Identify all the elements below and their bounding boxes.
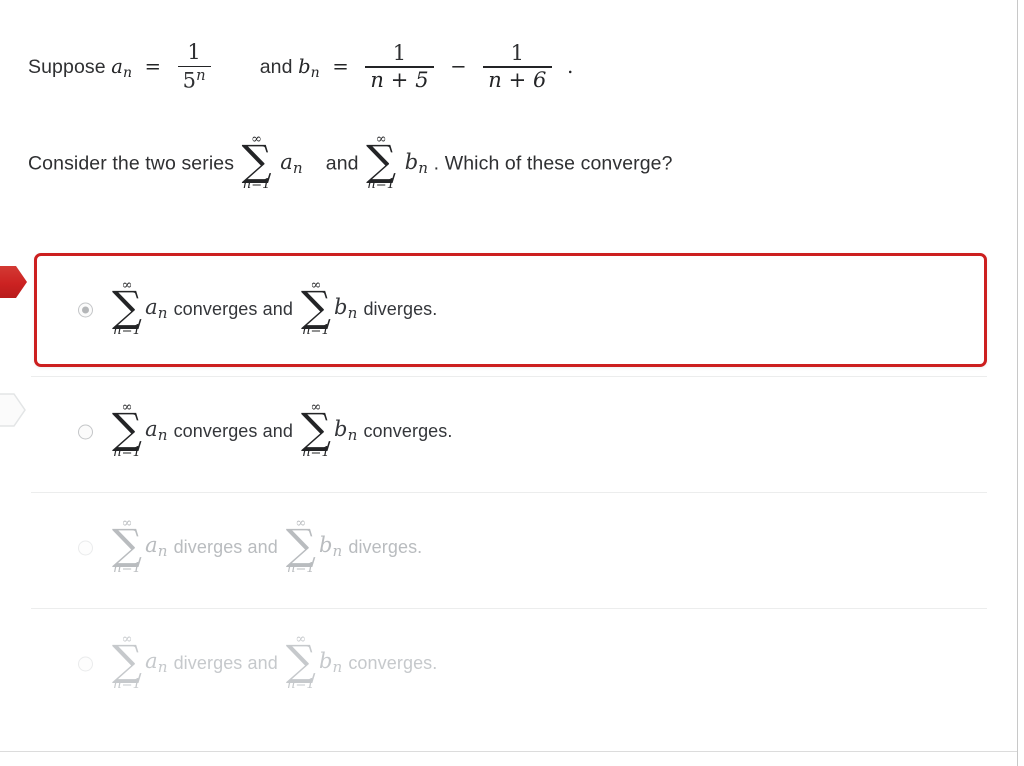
answer-trailing-words: converges.: [348, 652, 438, 673]
summation-lower-limit: n=1: [113, 677, 141, 693]
fraction-a-value: 1 5n: [177, 40, 211, 93]
answer-option-text: ∞ ∑ n=1 an diverges and ∞ ∑ n=1 bn diverges.: [110, 517, 428, 577]
sequence-b-symbol: bn: [298, 55, 320, 81]
equals-sign-a: =: [144, 55, 162, 79]
answer-trailing-words: diverges.: [363, 298, 438, 319]
answer-divider: [31, 492, 987, 493]
fraction-numerator: 1: [510, 40, 525, 65]
radio-button-b[interactable]: [78, 424, 93, 440]
stem-lead-word: Suppose: [28, 56, 106, 79]
summation-argument-b: bn: [334, 295, 358, 323]
summation-lower-limit: n=1: [113, 561, 141, 577]
sequence-a-symbol: an: [111, 55, 133, 81]
summation-argument-a: an: [145, 533, 168, 561]
radio-button-a[interactable]: [78, 302, 93, 318]
sigma-icon: ∑: [366, 136, 397, 185]
summation-argument-b: bn: [334, 417, 358, 445]
summation-argument-a: an: [280, 149, 303, 177]
sigma-icon: ∑: [112, 635, 143, 685]
summation-symbol-a-3: ∞ ∑ n=1: [112, 633, 142, 691]
summation-argument-b: bn: [318, 533, 343, 561]
page-bottom-border: [0, 751, 1017, 752]
summation-symbol-b-0: ∞ ∑ n=1: [301, 279, 331, 337]
minus-sign: −: [450, 55, 467, 79]
answer-trailing-words: converges.: [363, 420, 453, 441]
red-pointer-marker: [0, 263, 28, 301]
stem-question-trailing: . Which of these converge?: [433, 152, 673, 175]
fraction-b-term-2: 1 n + 6: [483, 40, 552, 92]
trailing-period: .: [567, 55, 574, 79]
page-right-border: [1017, 0, 1018, 766]
summation-symbol-a-2: ∞ ∑ n=1: [112, 517, 142, 575]
answer-middle-words: converges and: [173, 298, 293, 319]
summation-argument-b: bn: [318, 649, 343, 677]
fraction-denominator: n + 6: [488, 67, 547, 92]
summation-symbol-b: ∞ ∑ n=1: [366, 133, 396, 191]
answer-divider: [31, 376, 987, 377]
sigma-icon: ∑: [112, 519, 143, 569]
answer-middle-words: diverges and: [173, 536, 278, 557]
summation-argument-a: an: [145, 417, 168, 445]
summation-symbol-b-2: ∞ ∑ n=1: [286, 517, 316, 575]
sigma-icon: ∑: [112, 281, 143, 331]
radio-button-d[interactable]: [78, 656, 93, 672]
fraction-denominator: 5n: [182, 66, 206, 93]
sigma-icon: ∑: [300, 403, 332, 453]
gray-pointer-icon: [0, 393, 26, 427]
summation-symbol-b-1: ∞ ∑ n=1: [301, 401, 331, 459]
summation-lower-limit: n=1: [286, 561, 315, 577]
equals-sign-b: =: [332, 55, 349, 79]
fraction-b-term-1: 1 n + 5: [365, 40, 434, 92]
summation-lower-limit: n=1: [286, 677, 315, 693]
answer-option-text: ∞ ∑ n=1 an diverges and ∞ ∑ n=1 bn converges.: [110, 633, 443, 693]
answer-option-d[interactable]: ∞ ∑ n=1 an diverges and ∞ ∑ n=1 bn converges.: [0, 614, 1010, 714]
summation-lower-limit: n=1: [302, 445, 330, 461]
sigma-icon: ∑: [300, 281, 332, 331]
sigma-icon: ∑: [112, 403, 143, 453]
summation-argument-a: an: [145, 649, 168, 677]
answer-option-c[interactable]: ∞ ∑ n=1 an diverges and ∞ ∑ n=1 bn diverges.: [0, 498, 1010, 598]
fraction-numerator: 1: [392, 40, 407, 65]
stem-question-conjunction: and: [325, 152, 359, 175]
summation-symbol-a: ∞ ∑ n=1: [242, 133, 272, 191]
fraction-denominator: n + 5: [370, 67, 429, 92]
fraction-numerator: 1: [187, 40, 201, 64]
answer-option-a[interactable]: ∞ ∑ n=1 an converges and ∞ ∑ n=1 bn diverges.: [0, 253, 1010, 367]
summation-argument-a: an: [145, 295, 168, 323]
stem-conjunction-and: and: [259, 56, 293, 79]
sigma-icon: ∑: [241, 136, 272, 185]
summation-argument-b: bn: [404, 149, 429, 177]
answer-divider: [31, 608, 987, 609]
summation-lower-limit: n=1: [242, 177, 271, 193]
answer-option-text: ∞ ∑ n=1 an converges and ∞ ∑ n=1 bn converges.: [110, 401, 459, 461]
summation-lower-limit: n=1: [113, 323, 141, 339]
stem-question-lead: Consider the two series: [28, 152, 235, 175]
sigma-icon: ∑: [285, 519, 316, 569]
answer-option-text: ∞ ∑ n=1 an converges and ∞ ∑ n=1 bn diverges.: [110, 279, 443, 339]
answer-middle-words: converges and: [173, 420, 293, 441]
answer-trailing-words: diverges.: [348, 536, 423, 557]
summation-symbol-a-1: ∞ ∑ n=1: [112, 401, 142, 459]
answer-option-b[interactable]: ∞ ∑ n=1 an converges and ∞ ∑ n=1 bn converges.: [0, 382, 1010, 482]
radio-button-c[interactable]: [78, 540, 93, 556]
red-pointer-icon: [0, 266, 27, 298]
summation-lower-limit: n=1: [367, 177, 396, 193]
sigma-icon: ∑: [285, 635, 316, 685]
summation-lower-limit: n=1: [302, 323, 330, 339]
stem-line-question: Consider the two series ∞ ∑ n=1 an and ∞…: [28, 133, 673, 193]
stem-line-definitions: Suppose an = 1 5n and bn = 1 n + 5 − 1 n…: [28, 40, 574, 94]
summation-lower-limit: n=1: [113, 445, 141, 461]
summation-symbol-b-3: ∞ ∑ n=1: [286, 633, 316, 691]
answer-middle-words: diverges and: [173, 652, 278, 673]
gray-pointer-marker: [0, 391, 26, 429]
summation-symbol-a-0: ∞ ∑ n=1: [112, 279, 142, 337]
